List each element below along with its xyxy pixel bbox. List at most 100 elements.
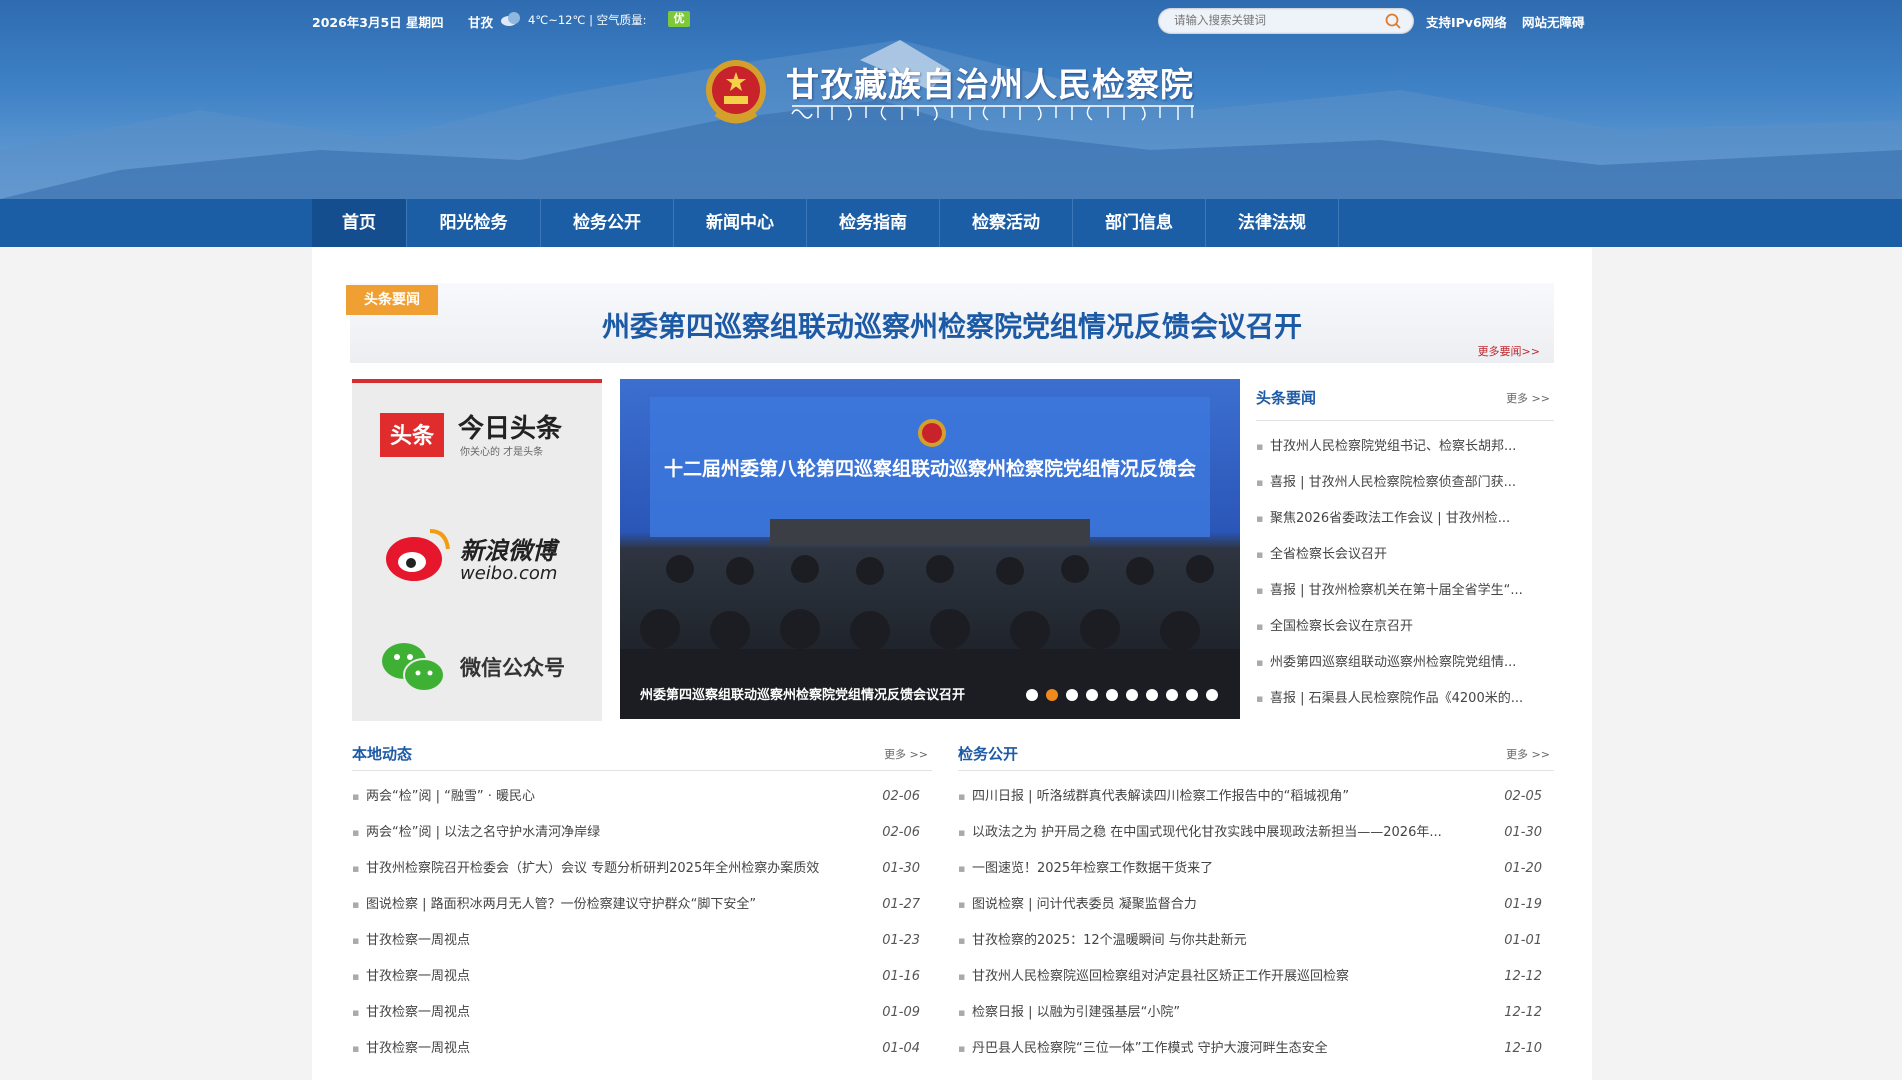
local-news-item-text[interactable]: 甘孜检察一周视点 — [366, 995, 836, 1031]
headlines-panel-title: 头条要闻 — [1256, 389, 1317, 407]
public-affairs-item[interactable]: ▪ 一图速览！2025年检察工作数据干货来了 01-20 — [958, 851, 1554, 887]
nav-affairs-public[interactable]: 检务公开 — [541, 199, 674, 247]
headlines-more-link[interactable]: 更多 >> — [1506, 390, 1550, 406]
wechat-link[interactable]: 微信公众号 — [352, 611, 602, 723]
weibo-link[interactable]: 新浪微博 weibo.com — [352, 497, 602, 609]
headline-item-text[interactable]: 喜报 | 石渠县人民检察院作品《4200米的... — [1270, 681, 1523, 717]
local-news-more-link[interactable]: 更多 >> — [884, 746, 928, 762]
public-affairs-item-text[interactable]: 以政法之为 护开局之稳 在中国式现代化甘孜实践中展现政法新担当——2026年..… — [972, 815, 1452, 851]
local-news-item-text[interactable]: 图说检察 | 路面积冰两月无人管？一份检察建议守护群众“脚下安全” — [366, 887, 836, 923]
local-news-item[interactable]: ▪ 甘孜检察一周视点 01-04 — [352, 1031, 932, 1067]
bullet-icon: ▪ — [352, 826, 360, 839]
main-nav: 首页 阳光检务 检务公开 新闻中心 检务指南 检察活动 部门信息 法律法规 — [0, 199, 1902, 247]
search-input[interactable] — [1174, 13, 1374, 27]
bullet-icon: ▪ — [352, 862, 360, 875]
nav-activities[interactable]: 检察活动 — [940, 199, 1073, 247]
local-news-item[interactable]: ▪ 甘孜检察一周视点 01-09 — [352, 995, 932, 1031]
nav-laws[interactable]: 法律法规 — [1206, 199, 1339, 247]
local-news-item-text[interactable]: 两会“检”阅 | “融雪” · 暖民心 — [366, 779, 836, 815]
headline-item[interactable]: ▪ 全国检察长会议在京召开 — [1256, 609, 1554, 645]
local-news-item-text[interactable]: 甘孜检察一周视点 — [366, 1031, 836, 1067]
local-news-item[interactable]: ▪ 两会“检”阅 | “融雪” · 暖民心 02-06 — [352, 779, 932, 815]
slide-dot[interactable] — [1126, 689, 1138, 701]
public-affairs-item[interactable]: ▪ 检察日报 | 以融为引建强基层“小院” 12-12 — [958, 995, 1554, 1031]
local-news-item[interactable]: ▪ 两会“检”阅 | 以法之名守护水清河净岸绿 02-06 — [352, 815, 932, 851]
public-affairs-more-link[interactable]: 更多 >> — [1506, 746, 1550, 762]
public-affairs-item-date: 01-19 — [1504, 897, 1542, 912]
headline-item-text[interactable]: 喜报 | 甘孜州检察机关在第十届全省学生“... — [1270, 573, 1523, 609]
search-box[interactable] — [1158, 8, 1414, 34]
local-news-item-date: 01-30 — [882, 861, 920, 876]
local-news-panel: 本地动态 更多 >> ▪ 两会“检”阅 | “融雪” · 暖民心 02-06 ▪ 两会“… — [352, 735, 932, 1067]
headline-item-text[interactable]: 喜报 | 甘孜州人民检察院检察侦查部门获... — [1270, 465, 1516, 501]
headline-item[interactable]: ▪ 甘孜州人民检察院党组书记、检察长胡邦... — [1256, 429, 1554, 465]
local-news-item[interactable]: ▪ 甘孜州检察院召开检委会（扩大）会议 专题分析研判2025年全州检察办案质效 01… — [352, 851, 932, 887]
slide-dot[interactable] — [1106, 689, 1118, 701]
local-news-item-date: 01-16 — [882, 969, 920, 984]
headline-title[interactable]: 州委第四巡察组联动巡察州检察院党组情况反馈会议召开 — [350, 305, 1554, 345]
public-affairs-item[interactable]: ▪ 图说检察 | 问计代表委员 凝聚监督合力 01-19 — [958, 887, 1554, 923]
headline-item-text[interactable]: 全国检察长会议在京召开 — [1270, 609, 1413, 645]
slide-dot[interactable] — [1146, 689, 1158, 701]
slide-dot[interactable] — [1046, 689, 1058, 701]
nav-home[interactable]: 首页 — [312, 199, 407, 247]
public-affairs-item-text[interactable]: 图说检察 | 问计代表委员 凝聚监督合力 — [972, 887, 1452, 923]
bullet-icon: ▪ — [1256, 548, 1264, 561]
public-affairs-item[interactable]: ▪ 甘孜州人民检察院巡回检察组对泸定县社区矫正工作开展巡回检察 12-12 — [958, 959, 1554, 995]
slide-dot[interactable] — [1186, 689, 1198, 701]
public-affairs-item-text[interactable]: 甘孜检察的2025：12个温暖瞬间 与你共赴新元 — [972, 923, 1452, 959]
accessibility-link[interactable]: 网站无障碍 — [1522, 12, 1585, 31]
slide-dot[interactable] — [1206, 689, 1218, 701]
local-news-item-text[interactable]: 甘孜检察一周视点 — [366, 959, 836, 995]
public-affairs-item-text[interactable]: 检察日报 | 以融为引建强基层“小院” — [972, 995, 1452, 1031]
public-affairs-item[interactable]: ▪ 丹巴县人民检察院“三位一体”工作模式 守护大渡河畔生态安全 12-10 — [958, 1031, 1554, 1067]
public-affairs-item-text[interactable]: 四川日报 | 听洛绒群真代表解读四川检察工作报告中的“稻城视角” — [972, 779, 1452, 815]
local-news-item-date: 01-27 — [882, 897, 920, 912]
headline-item[interactable]: ▪ 喜报 | 甘孜州检察机关在第十届全省学生“... — [1256, 573, 1554, 609]
bullet-icon: ▪ — [352, 934, 360, 947]
nav-sunshine[interactable]: 阳光检务 — [407, 199, 541, 247]
site-header: 2026年3月5日 星期四 甘孜 4℃~12℃ | 空气质量: 优 支持IPv6… — [0, 0, 1902, 199]
public-affairs-item-text[interactable]: 甘孜州人民检察院巡回检察组对泸定县社区矫正工作开展巡回检察 — [972, 959, 1452, 995]
slide-dot[interactable] — [1066, 689, 1078, 701]
nav-departments[interactable]: 部门信息 — [1073, 199, 1206, 247]
headline-item[interactable]: ▪ 喜报 | 石渠县人民检察院作品《4200米的... — [1256, 681, 1554, 717]
public-affairs-item-date: 12-10 — [1504, 1041, 1542, 1056]
bullet-icon: ▪ — [958, 1006, 966, 1019]
weather-city: 甘孜 — [468, 15, 494, 30]
headline-item[interactable]: ▪ 聚焦2026省委政法工作会议 | 甘孜州检... — [1256, 501, 1554, 537]
slide-dot[interactable] — [1086, 689, 1098, 701]
slide-dot[interactable] — [1026, 689, 1038, 701]
public-affairs-item[interactable]: ▪ 以政法之为 护开局之稳 在中国式现代化甘孜实践中展现政法新担当——2026年.… — [958, 815, 1554, 851]
toutiao-link[interactable]: 头条 今日头条 你关心的 才是头条 — [352, 383, 602, 495]
search-icon[interactable] — [1384, 12, 1402, 33]
bullet-icon: ▪ — [958, 1042, 966, 1055]
headline-item-text[interactable]: 全省检察长会议召开 — [1270, 537, 1387, 573]
headline-item[interactable]: ▪ 全省检察长会议召开 — [1256, 537, 1554, 573]
slide-caption[interactable]: 州委第四巡察组联动巡察州检察院党组情况反馈会议召开 — [640, 684, 965, 703]
headline-item-text[interactable]: 甘孜州人民检察院党组书记、检察长胡邦... — [1270, 429, 1516, 465]
local-news-item[interactable]: ▪ 甘孜检察一周视点 01-16 — [352, 959, 932, 995]
local-news-item-text[interactable]: 两会“检”阅 | 以法之名守护水清河净岸绿 — [366, 815, 836, 851]
bullet-icon: ▪ — [1256, 692, 1264, 705]
public-affairs-item[interactable]: ▪ 甘孜检察的2025：12个温暖瞬间 与你共赴新元 01-01 — [958, 923, 1554, 959]
nav-news-center[interactable]: 新闻中心 — [674, 199, 807, 247]
local-news-item[interactable]: ▪ 甘孜检察一周视点 01-23 — [352, 923, 932, 959]
headline-item-text[interactable]: 聚焦2026省委政法工作会议 | 甘孜州检... — [1270, 501, 1510, 537]
public-affairs-item-text[interactable]: 丹巴县人民检察院“三位一体”工作模式 守护大渡河畔生态安全 — [972, 1031, 1452, 1067]
headline-banner: 头条要闻 州委第四巡察组联动巡察州检察院党组情况反馈会议召开 更多要闻>> — [346, 283, 1554, 363]
headline-item-text[interactable]: 州委第四巡察组联动巡察州检察院党组情... — [1270, 645, 1516, 681]
public-affairs-item[interactable]: ▪ 四川日报 | 听洛绒群真代表解读四川检察工作报告中的“稻城视角” 02-05 — [958, 779, 1554, 815]
local-news-item[interactable]: ▪ 图说检察 | 路面积冰两月无人管？一份检察建议守护群众“脚下安全” 01-27 — [352, 887, 932, 923]
slide-dots — [1026, 689, 1218, 701]
nav-guide[interactable]: 检务指南 — [807, 199, 940, 247]
local-news-item-text[interactable]: 甘孜检察一周视点 — [366, 923, 836, 959]
headline-item[interactable]: ▪ 喜报 | 甘孜州人民检察院检察侦查部门获... — [1256, 465, 1554, 501]
headline-item[interactable]: ▪ 州委第四巡察组联动巡察州检察院党组情... — [1256, 645, 1554, 681]
slide-dot[interactable] — [1166, 689, 1178, 701]
ipv6-link[interactable]: 支持IPv6网络 — [1426, 12, 1507, 31]
news-slideshow[interactable]: 十二届州委第八轮第四巡察组联动巡察州检察院党组情况反馈会 州委第四巡察组联动巡察… — [620, 379, 1240, 719]
headline-more-link[interactable]: 更多要闻>> — [1478, 343, 1540, 359]
local-news-item-text[interactable]: 甘孜州检察院召开检委会（扩大）会议 专题分析研判2025年全州检察办案质效 — [366, 851, 836, 887]
public-affairs-item-text[interactable]: 一图速览！2025年检察工作数据干货来了 — [972, 851, 1452, 887]
